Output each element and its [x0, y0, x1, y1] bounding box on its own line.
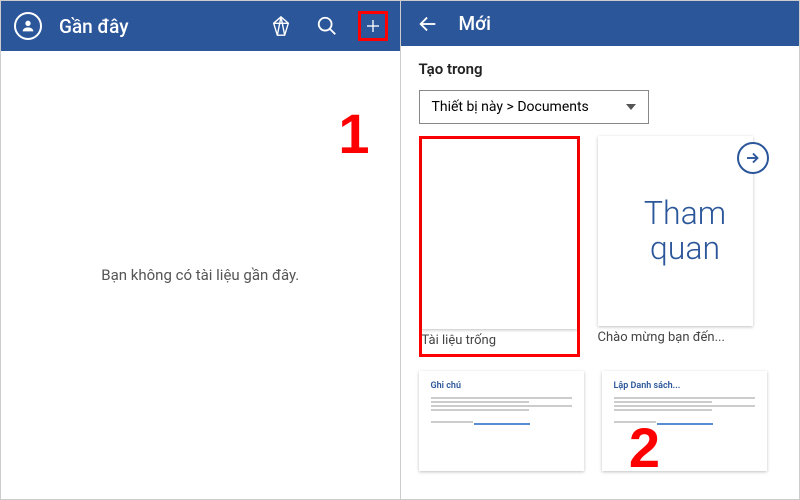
template-list-title: Lập Danh sách... [614, 381, 755, 391]
location-dropdown[interactable]: Thiết bị này > Documents [419, 90, 649, 124]
template-tour-thumb: Tham quan [598, 136, 753, 326]
template-list[interactable]: Lập Danh sách... [602, 371, 767, 471]
recent-title: Gần đây [59, 15, 250, 38]
templates-row-2: Ghi chú Lập Danh sách... [419, 371, 782, 471]
back-button[interactable] [413, 9, 443, 39]
new-title: Mới [459, 12, 788, 35]
recent-pane: Gần đây Bạn không có tài liệu gần đây. [0, 0, 400, 500]
add-button[interactable] [358, 11, 388, 41]
premium-button[interactable] [266, 11, 296, 41]
add-icon [365, 15, 381, 37]
template-notes[interactable]: Ghi chú [419, 371, 584, 471]
template-blank-thumb [422, 139, 577, 329]
template-blank-caption: Tài liệu trống [422, 333, 577, 348]
new-header: Mới [401, 1, 800, 46]
back-icon [417, 13, 439, 35]
dropdown-value: Thiết bị này > Documents [432, 99, 589, 115]
tour-text: Tham quan [598, 196, 753, 266]
annotation-1: 1 [338, 101, 369, 166]
new-body: Tạo trong Thiết bị này > Documents Tài l… [401, 46, 800, 499]
account-button[interactable] [13, 11, 43, 41]
account-icon [14, 12, 42, 40]
template-blank[interactable]: Tài liệu trống [419, 136, 580, 357]
dropdown-icon [626, 102, 636, 112]
template-tour-caption: Chào mừng bạn đến... [598, 330, 753, 345]
empty-message: Bạn không có tài liệu gần đây. [101, 266, 299, 284]
search-button[interactable] [312, 11, 342, 41]
arrow-right-icon [737, 142, 769, 174]
recent-content: Bạn không có tài liệu gần đây. 1 [1, 51, 400, 499]
template-tour[interactable]: Tham quan Chào mừng bạn đến... [598, 136, 753, 357]
templates-row: Tài liệu trống Tham quan Chào mừng bạn đ… [419, 136, 782, 357]
search-icon [316, 15, 338, 37]
recent-header: Gần đây [1, 1, 400, 51]
new-pane: Mới Tạo trong Thiết bị này > Documents T… [400, 0, 800, 500]
annotation-2: 2 [629, 415, 660, 480]
template-notes-title: Ghi chú [431, 381, 572, 391]
premium-icon [270, 15, 292, 37]
create-in-label: Tạo trong [419, 60, 782, 78]
